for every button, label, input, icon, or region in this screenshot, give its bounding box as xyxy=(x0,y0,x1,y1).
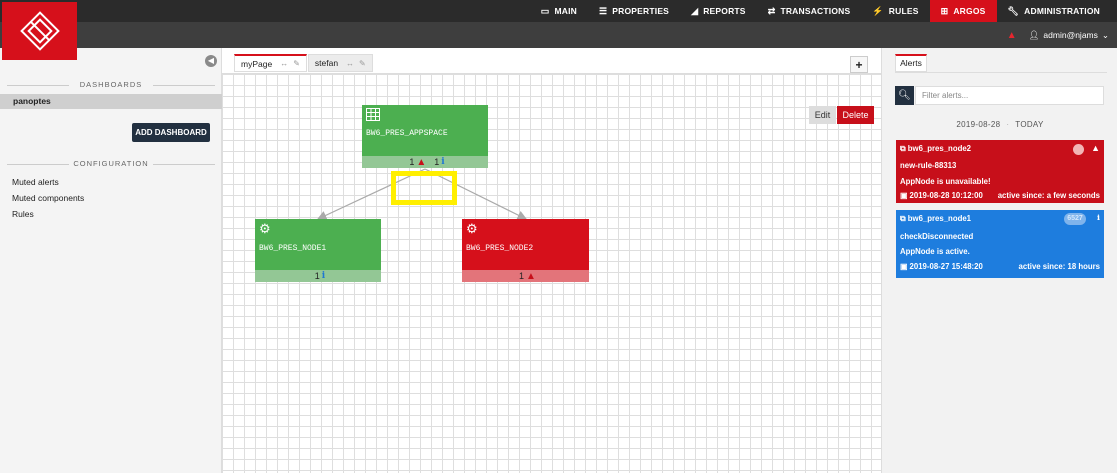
collapse-sidebar-button[interactable]: ◀ xyxy=(205,55,217,67)
dashboards-heading: DASHBOARDS xyxy=(0,80,222,89)
gear-icon: ⚙ xyxy=(259,222,271,237)
username: admin@njams xyxy=(1043,30,1098,40)
info-icon[interactable]: i xyxy=(441,157,444,167)
info-icon[interactable]: i xyxy=(322,271,325,281)
node-status-bar: 1 ▲ 1i xyxy=(362,156,488,168)
logo-icon xyxy=(19,11,60,51)
dashboard-area: myPage ↔ ✎ stefan ↔ ✎ + Edit Delete BW6_… xyxy=(222,48,881,473)
nav-transactions[interactable]: ⇄ TRANSACTIONS xyxy=(757,0,862,22)
node-appspace[interactable]: BW6_PRES_APPSPACE 1 ▲ 1i xyxy=(362,105,488,169)
external-link-icon[interactable]: ⧉ xyxy=(900,214,906,223)
move-icon[interactable]: ↔ xyxy=(280,59,288,68)
add-page-button[interactable]: + xyxy=(850,56,868,73)
configuration-heading: CONFIGURATION xyxy=(0,159,222,168)
error-triangle-icon[interactable]: ▲ xyxy=(416,157,426,168)
node-bw6-pres-node2[interactable]: ⚙ BW6_PRES_NODE2 1 ▲ xyxy=(462,219,589,282)
alert-message: AppNode is active. xyxy=(900,247,970,256)
rules-link[interactable]: Rules xyxy=(12,209,34,219)
alert-filter-input[interactable] xyxy=(915,86,1104,105)
alert-toggle[interactable] xyxy=(1073,144,1084,155)
node-label: BW6_PRES_NODE1 xyxy=(259,244,327,253)
alert-timestamp: 2019-08-28 10:12:00 xyxy=(909,191,983,200)
alert-active-since: active since: 18 hours xyxy=(1018,262,1100,271)
top-navbar: ▭ MAIN ☰ PROPERTIES ◢ REPORTS ⇄ TRANSACTIONS… xyxy=(0,0,1117,22)
muted-components-link[interactable]: Muted components xyxy=(12,193,84,203)
tab-stefan[interactable]: stefan ↔ ✎ xyxy=(307,54,373,72)
external-link-icon[interactable]: ⧉ xyxy=(900,144,906,153)
node-status-bar: 1i xyxy=(255,270,381,282)
alert-card[interactable]: ⧉ bw6_pres_node2 ▲ new-rule-88313 AppNod… xyxy=(896,140,1104,203)
logo[interactable] xyxy=(2,2,77,60)
search-icon[interactable]: 🔍︎ xyxy=(895,86,914,105)
warning-icon: ▲ xyxy=(1091,143,1100,153)
transfer-icon: ⇄ xyxy=(767,5,776,16)
tab-mypage[interactable]: myPage ↔ ✎ xyxy=(234,54,307,72)
highlight-box xyxy=(391,171,457,205)
add-dashboard-button[interactable]: ADD DASHBOARD xyxy=(132,123,210,142)
node-bw6-pres-node1[interactable]: ⚙ BW6_PRES_NODE1 1i xyxy=(255,219,381,282)
chart-icon: ◢ xyxy=(691,5,699,16)
alert-rule: new-rule-88313 xyxy=(900,161,957,170)
info-icon: i xyxy=(1097,213,1100,222)
user-icon: 👤︎ xyxy=(1028,29,1040,40)
nav-main[interactable]: ▭ MAIN xyxy=(530,0,588,22)
warning-icon[interactable]: ▲ xyxy=(1007,30,1017,41)
list-icon: ☰ xyxy=(598,5,608,16)
alert-card[interactable]: ⧉ bw6_pres_node1 6527 i checkDisconnecte… xyxy=(896,210,1104,278)
alerts-date-header: 2019-08-28 · TODAY xyxy=(956,120,1044,129)
nav-rules[interactable]: ⚡ RULES xyxy=(861,0,929,22)
grid-icon xyxy=(366,108,380,125)
alert-badge[interactable]: 6527 xyxy=(1064,213,1086,225)
dashboard-canvas[interactable]: Edit Delete BW6_PRES_APPSPACE 1 ▲ 1i ⚙ B… xyxy=(222,73,881,473)
page-tabs: myPage ↔ ✎ stefan ↔ ✎ xyxy=(234,54,374,72)
nav-reports[interactable]: ◢ REPORTS xyxy=(680,0,757,22)
alerts-panel: Alerts 🔍︎ 2019-08-28·TODAY ⧉ bw6_pres_no… xyxy=(881,48,1117,473)
nav-properties[interactable]: ☰ PROPERTIES xyxy=(588,0,680,22)
calendar-icon: ▣ xyxy=(900,191,908,200)
grid-icon: ⊞ xyxy=(940,5,949,16)
calendar-icon: ▣ xyxy=(900,262,908,271)
dashboard-item-panoptes[interactable]: panoptes xyxy=(0,94,222,109)
user-menu[interactable]: ▲ 👤︎ admin@njams ⌄ xyxy=(1007,22,1109,48)
bolt-icon: ⚡ xyxy=(872,5,884,16)
error-triangle-icon[interactable]: ▲ xyxy=(526,271,536,282)
node-label: BW6_PRES_APPSPACE xyxy=(366,129,448,138)
alert-active-since: active since: a few seconds xyxy=(997,191,1100,200)
sub-header xyxy=(0,22,1117,48)
pencil-icon[interactable]: ✎ xyxy=(359,59,366,68)
pencil-icon[interactable]: ✎ xyxy=(293,59,300,68)
wrench-icon: 🔧︎ xyxy=(1007,5,1020,16)
muted-alerts-link[interactable]: Muted alerts xyxy=(12,177,59,187)
nav-administration[interactable]: 🔧︎ ADMINISTRATION xyxy=(997,0,1111,22)
tab-alerts[interactable]: Alerts xyxy=(895,54,927,72)
node-label: BW6_PRES_NODE2 xyxy=(466,244,534,253)
move-icon[interactable]: ↔ xyxy=(346,59,354,68)
nav-argos[interactable]: ⊞ ARGOS xyxy=(929,0,997,22)
alert-rule: checkDisconnected xyxy=(900,232,974,241)
left-sidebar: ◀ DASHBOARDS panoptes ADD DASHBOARD CONF… xyxy=(0,48,222,473)
gear-icon: ⚙ xyxy=(466,222,478,237)
alert-timestamp: 2019-08-27 15:48:20 xyxy=(909,262,983,271)
alert-message: AppNode is unavailable! xyxy=(900,177,991,186)
main-nav: ▭ MAIN ☰ PROPERTIES ◢ REPORTS ⇄ TRANSACTIONS… xyxy=(530,0,1111,22)
chevron-down-icon: ⌄ xyxy=(1101,29,1109,40)
node-status-bar: 1 ▲ xyxy=(462,270,589,282)
monitor-icon: ▭ xyxy=(540,5,550,16)
